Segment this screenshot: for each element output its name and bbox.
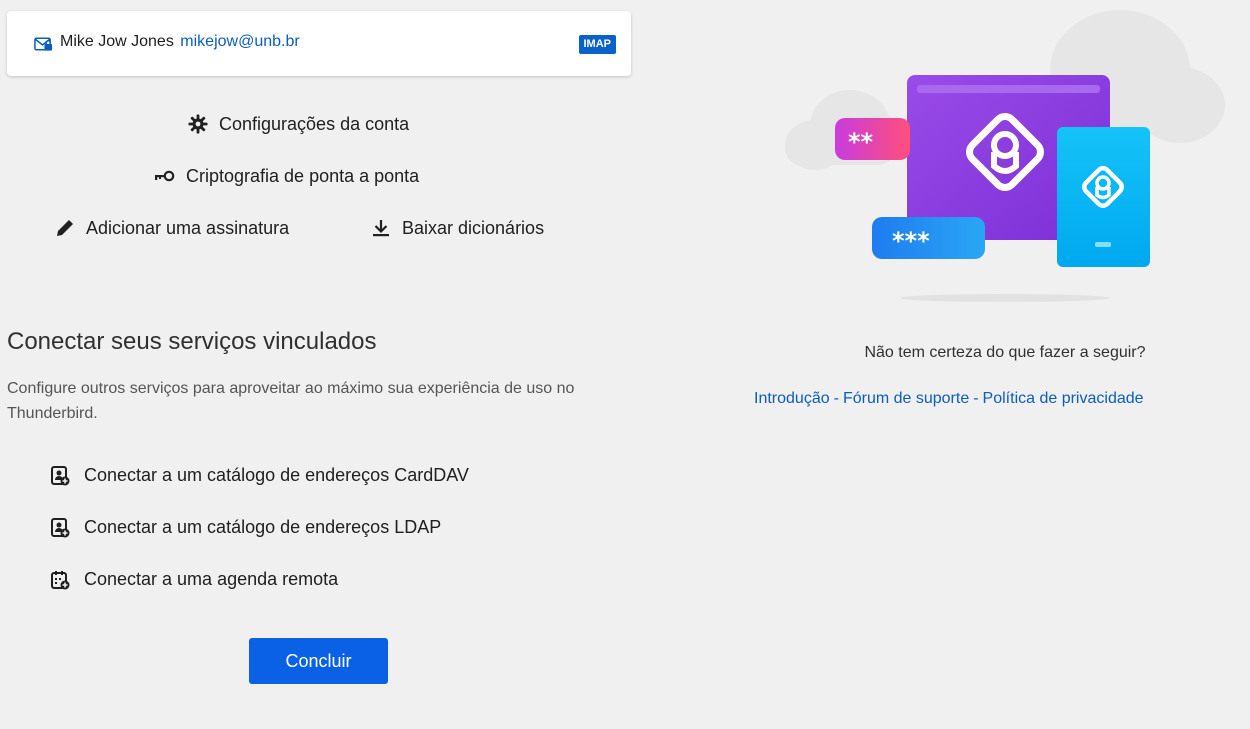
- account-settings-link[interactable]: Configurações da conta: [187, 113, 409, 135]
- link-introduction[interactable]: Introdução: [754, 390, 830, 407]
- download-dictionaries-label: Baixar dicionários: [402, 217, 545, 238]
- e2ee-label: Criptografia de ponta a ponta: [186, 165, 420, 186]
- protocol-badge: IMAP: [578, 35, 616, 54]
- security-illustration: ** ***: [785, 10, 1225, 302]
- help-question: Não tem certeza do que fazer a seguir?: [864, 344, 1146, 361]
- linked-services-title: Conectar seus serviços vinculados: [7, 328, 377, 355]
- connect-remote-calendar-label: Conectar a uma agenda remota: [84, 569, 339, 589]
- gear-icon: [187, 113, 209, 135]
- link-support-forum[interactable]: Fórum de suporte: [843, 390, 969, 407]
- password-mask-long: ***: [892, 227, 930, 255]
- address-book-add-icon: [50, 517, 70, 538]
- account-card: Mike Jow Jones mikejow@unb.br IMAP: [7, 11, 631, 76]
- link-separator: -: [973, 390, 979, 407]
- download-dictionaries-link[interactable]: Baixar dicionários: [370, 217, 544, 239]
- pencil-icon: [54, 217, 76, 239]
- account-email: mikejow@unb.br: [180, 33, 300, 50]
- connect-remote-calendar-link[interactable]: Conectar a uma agenda remota: [50, 569, 338, 590]
- account-name: Mike Jow Jones: [60, 33, 174, 50]
- add-signature-label: Adicionar uma assinatura: [86, 217, 290, 238]
- add-signature-link[interactable]: Adicionar uma assinatura: [54, 217, 289, 239]
- account-settings-label: Configurações da conta: [219, 113, 410, 134]
- key-icon: [154, 165, 176, 187]
- linked-services-description: Configure outros serviços para aproveita…: [7, 380, 575, 422]
- connect-carddav-label: Conectar a um catálogo de endereços Card…: [84, 465, 469, 485]
- help-links: Introdução - Fórum de suporte - Política de …: [754, 390, 1250, 408]
- e2ee-link[interactable]: Criptografia de ponta a ponta: [154, 165, 419, 187]
- finish-button[interactable]: Concluir: [249, 638, 388, 684]
- connect-ldap-label: Conectar a um catálogo de endereços LDAP: [84, 517, 442, 537]
- download-icon: [370, 217, 392, 239]
- connect-carddav-link[interactable]: Conectar a um catálogo de endereços Card…: [50, 465, 469, 486]
- password-mask-short: **: [848, 128, 874, 156]
- mail-account-icon: [34, 37, 53, 51]
- connect-ldap-link[interactable]: Conectar a um catálogo de endereços LDAP: [50, 517, 441, 538]
- link-privacy-policy[interactable]: Política de privacidade: [983, 390, 1144, 407]
- link-separator: -: [833, 390, 839, 407]
- address-book-add-icon: [50, 465, 70, 486]
- calendar-add-icon: [50, 570, 70, 590]
